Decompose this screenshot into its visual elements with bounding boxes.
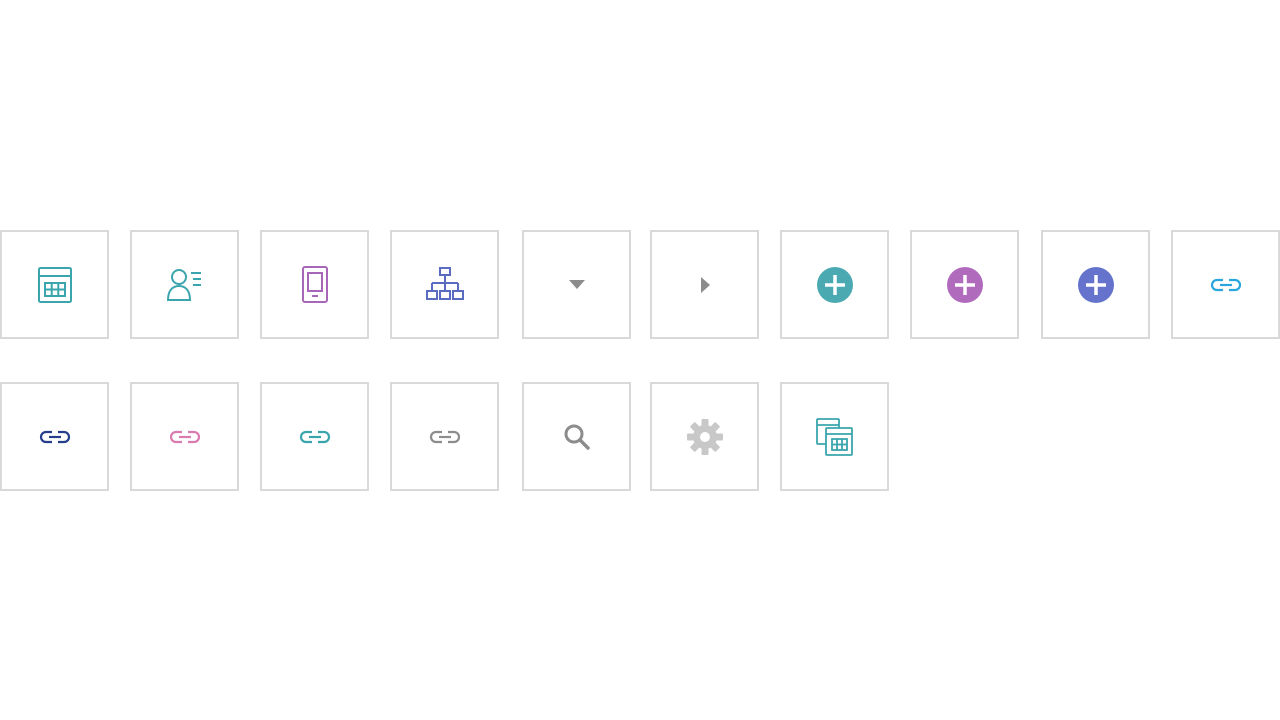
tile-duplicate-table[interactable] — [780, 382, 889, 491]
tile-tablet[interactable] — [260, 230, 369, 339]
link-icon — [39, 430, 70, 443]
tile-caret-down[interactable] — [522, 230, 631, 339]
tile-link-pink[interactable] — [130, 382, 239, 491]
table-grid-icon — [37, 266, 72, 303]
tile-search[interactable] — [522, 382, 631, 491]
hierarchy-icon — [425, 266, 464, 300]
tile-hierarchy[interactable] — [390, 230, 499, 339]
tile-caret-right[interactable] — [650, 230, 759, 339]
tablet-icon — [301, 265, 328, 303]
tile-link-lightblue[interactable] — [1171, 230, 1280, 339]
link-icon — [1210, 278, 1241, 291]
tile-settings[interactable] — [650, 382, 759, 491]
link-icon — [299, 430, 330, 443]
tile-link-teal[interactable] — [260, 382, 369, 491]
caret-down-icon — [568, 279, 585, 289]
search-icon — [564, 424, 590, 450]
link-icon — [169, 430, 200, 443]
tile-add-teal[interactable] — [780, 230, 889, 339]
gear-icon — [686, 418, 723, 455]
tile-add-blue[interactable] — [1041, 230, 1150, 339]
tile-user-list[interactable] — [130, 230, 239, 339]
tile-table-grid[interactable] — [0, 230, 109, 339]
tile-link-gray[interactable] — [390, 382, 499, 491]
caret-right-icon — [700, 276, 710, 293]
tile-add-purple[interactable] — [910, 230, 1019, 339]
add-circle-icon — [946, 266, 983, 303]
user-list-icon — [166, 268, 201, 301]
add-circle-icon — [816, 266, 853, 303]
duplicate-table-icon — [815, 417, 853, 456]
link-icon — [429, 430, 460, 443]
add-circle-icon — [1077, 266, 1114, 303]
tile-link-navy[interactable] — [0, 382, 109, 491]
